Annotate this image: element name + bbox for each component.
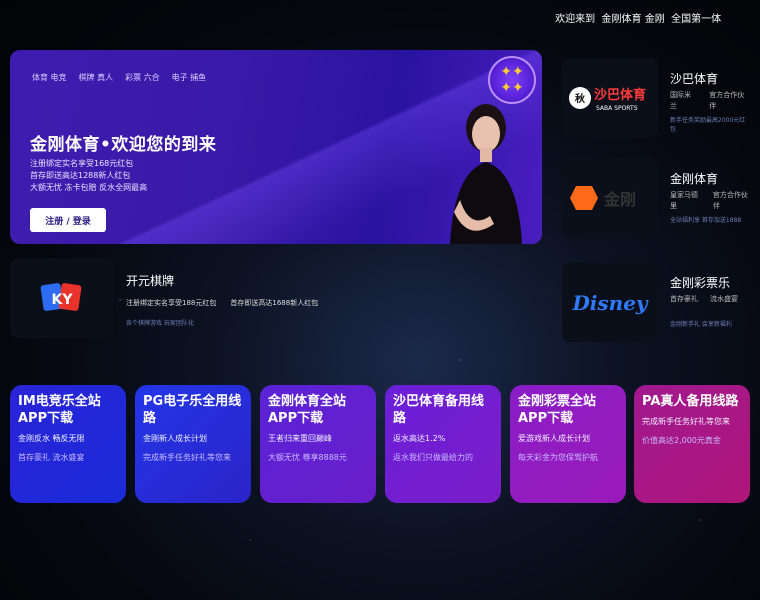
tile-title: 金刚体育全站 APP下载 <box>268 394 347 426</box>
tile-line: 爱游戏新人成长计划 <box>518 434 590 443</box>
ky-logo: KY <box>10 258 114 338</box>
svg-text:秋: 秋 <box>575 92 586 105</box>
card-meta: 首存豪礼 流水盛宴 <box>670 295 738 303</box>
hero-category-nav: ￼体育 电竞 ￼棋牌 真人 ￼彩票 六合 ￼电子 捕鱼 <box>32 72 206 83</box>
download-tile-pa[interactable]: PA真人备用线路 完成新手任务好礼等您来 价值高达2,000元真金 <box>634 385 750 503</box>
download-tile-pg[interactable]: PG电子乐全用线 路 金刚新人成长计划 完成新手任务好礼等您来 <box>135 385 251 503</box>
tile-line: 首存豪礼 流水盛宴 <box>18 453 85 462</box>
jingang-logo: 金刚 <box>562 158 658 238</box>
card-subtext: ￼各个棋牌游戏 玩家团队化 <box>126 320 194 327</box>
hero-promo-line: ￼首存即送高达1288新人红包 <box>30 171 131 180</box>
tile-line: 完成新手任务好礼等您来 <box>642 417 730 426</box>
model-portrait-image <box>450 104 522 244</box>
download-tile-lottery[interactable]: 金刚彩票全站 APP下载 爱游戏新人成长计划 每天彩金为您保驾护航 <box>510 385 626 503</box>
kaiyuan-chess-card[interactable]: KY 开元棋牌 ￼注册绑定实名享受188元红包 ￼首存即送高达1688新人红包 … <box>10 258 542 338</box>
hero-promo-line: ￼注册绑定实名享受168元红包 <box>30 159 134 168</box>
svg-text:Disney: Disney <box>571 291 648 315</box>
card-meta: 皇家马德里 官方合作伙伴 <box>670 191 748 210</box>
svg-text:沙巴体育: 沙巴体育 <box>594 87 646 103</box>
hero-nav-item[interactable]: ￼体育 电竞 <box>32 72 67 83</box>
hero-nav-item[interactable]: ￼电子 捕鱼 <box>172 72 207 83</box>
tile-line: 每天彩金为您保驾护航 <box>518 453 598 462</box>
tile-line: 返水我们只做最给力的 <box>393 453 473 462</box>
card-title: 开元棋牌 <box>126 274 175 288</box>
tile-line: 金刚反水 畅反无限 <box>18 434 85 443</box>
card-title: 金刚体育 <box>670 172 719 186</box>
jingang-lottery-card[interactable]: Disney 金刚彩票乐 首存豪礼 流水盛宴 金刚新手礼 会享新福利 <box>562 262 752 358</box>
tile-title: PG电子乐全用线 路 <box>143 394 242 426</box>
svg-text:KY: KY <box>52 292 74 308</box>
card-subtext: 金刚新手礼 会享新福利 <box>670 321 732 328</box>
tile-title: 金刚彩票全站 APP下载 <box>518 394 597 426</box>
hero-nav-item[interactable]: ￼彩票 六合 <box>125 72 160 83</box>
svg-text:金刚: 金刚 <box>603 190 636 209</box>
register-login-button[interactable]: 注册 / 登录 <box>30 208 106 232</box>
card-title: 金刚彩票乐 <box>670 276 731 290</box>
star-badge-icon: ✦✦ ✦✦ <box>488 56 536 104</box>
saba-sports-logo: 秋 沙巴体育 SABA SPORTS <box>562 58 658 138</box>
card-subtext: 新手任务奖励最高2000元红包 <box>670 117 746 133</box>
tile-line: 返水高达1.2% <box>393 434 446 443</box>
tile-title: IM电竞乐全站 APP下载 <box>18 394 101 426</box>
card-meta: 国际米兰 官方合作伙伴 <box>670 91 745 110</box>
download-tile-saba[interactable]: 沙巴体育备用线 路 返水高达1.2% 返水我们只做最给力的 <box>385 385 501 503</box>
hero-promo-lines: ￼注册绑定实名享受168元红包 ￼首存即送高达1288新人红包 ￼大额无忧 冻卡… <box>30 158 147 194</box>
saba-sports-card[interactable]: 秋 沙巴体育 SABA SPORTS 沙巴体育 国际米兰 官方合作伙伴 新手任务… <box>562 58 752 154</box>
jingang-sports-card[interactable]: 金刚 金刚体育 皇家马德里 官方合作伙伴 全站福利享 首存加送1888 <box>562 158 752 254</box>
tile-line: 金刚新人成长计划 <box>143 434 207 443</box>
hero-title: 金刚体育•欢迎您的到来 <box>30 135 217 155</box>
hero-banner[interactable]: ￼体育 电竞 ￼棋牌 真人 ￼彩票 六合 ￼电子 捕鱼 金刚体育•欢迎您的到来 … <box>10 50 542 244</box>
disney-logo: Disney <box>562 262 658 342</box>
tile-title: PA真人备用线路 <box>642 394 739 409</box>
welcome-marquee: ￼ 欢迎来到 ￼ 金刚体育 ￼金刚 ￼ 全国第一体 <box>552 14 722 25</box>
hero-nav-item[interactable]: ￼棋牌 真人 <box>79 72 114 83</box>
hero-promo-line: ￼大额无忧 冻卡包赔 反水全网最高 <box>30 183 148 192</box>
card-title: 沙巴体育 <box>670 72 719 86</box>
card-subtext: 全站福利享 首存加送1888 <box>670 217 742 224</box>
tile-title: 沙巴体育备用线 路 <box>393 394 485 426</box>
tile-line: 完成新手任务好礼等您来 <box>143 453 231 462</box>
tile-line: 王者归来重回巅峰 <box>268 434 332 443</box>
svg-text:SABA SPORTS: SABA SPORTS <box>596 105 638 112</box>
tile-line: 大额无忧 尊享8888元 <box>268 453 347 462</box>
download-tile-jingang[interactable]: 金刚体育全站 APP下载 王者归来重回巅峰 大额无忧 尊享8888元 <box>260 385 376 503</box>
tile-line: 价值高达2,000元真金 <box>642 436 721 445</box>
card-meta: ￼注册绑定实名享受188元红包 ￼首存即送高达1688新人红包 <box>126 299 319 307</box>
download-tile-im[interactable]: IM电竞乐全站 APP下载 金刚反水 畅反无限 首存豪礼 流水盛宴 <box>10 385 126 503</box>
